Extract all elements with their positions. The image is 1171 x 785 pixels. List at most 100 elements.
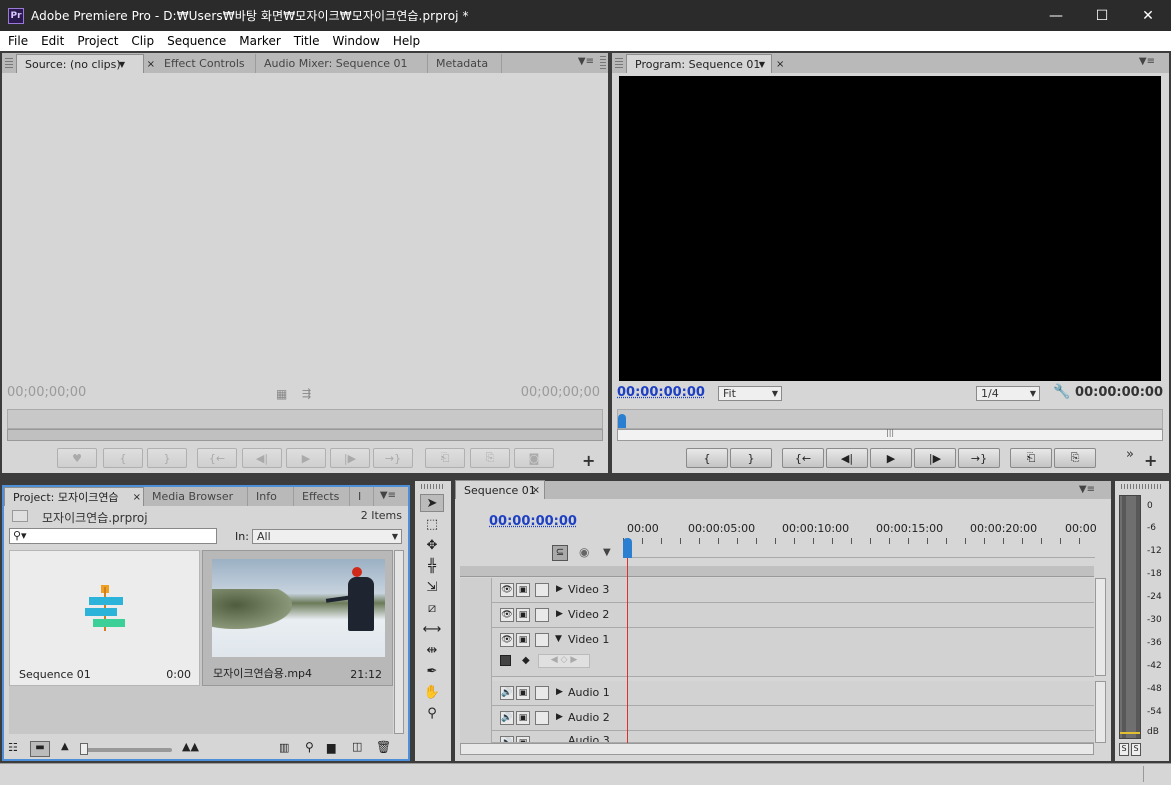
resize-grip-icon[interactable] [1143, 766, 1151, 782]
track-audio-3[interactable]: 🔊 ▣ Audio 3 [460, 731, 1094, 743]
slider-handle[interactable] [80, 743, 88, 755]
lock-toggle-icon[interactable] [535, 711, 549, 725]
selection-tool-icon[interactable]: ➤ [420, 494, 444, 512]
eye-icon[interactable]: 👁 [500, 608, 514, 622]
step-forward-button[interactable]: |▶ [330, 448, 370, 468]
panel-grip[interactable] [421, 484, 445, 489]
add-marker-button[interactable]: ♥ [57, 448, 97, 468]
close-tab-icon[interactable]: × [776, 59, 784, 70]
play-button[interactable]: ▶ [286, 448, 326, 468]
lock-toggle-icon[interactable] [535, 633, 549, 647]
new-item-icon[interactable]: ◫ [352, 740, 362, 753]
audio-tracks-scrollbar[interactable] [1095, 681, 1106, 743]
track-video-3[interactable]: 👁 ▣ ▶ Video 3 [460, 578, 1094, 603]
slip-tool-icon[interactable]: ⟷ [420, 620, 444, 638]
lift-button[interactable]: ⎗ [1010, 448, 1052, 468]
menu-title[interactable]: Title [289, 34, 325, 48]
film-icon[interactable]: ▦ [276, 387, 287, 401]
eye-icon[interactable]: 👁 [500, 583, 514, 597]
tab-metadata[interactable]: Metadata [428, 54, 502, 73]
speaker-icon[interactable]: 🔊 [500, 686, 514, 700]
new-bin-icon[interactable]: ▆ [327, 741, 335, 754]
tab-project[interactable]: Project: 모자이크연습 × [4, 487, 144, 506]
lock-toggle-icon[interactable] [535, 608, 549, 622]
more-buttons-icon[interactable]: » [1126, 447, 1134, 462]
project-item-clip[interactable]: 모자이크연습용.mp4 21:12 [202, 550, 393, 686]
hand-tool-icon[interactable]: ✋ [420, 683, 444, 701]
menu-edit[interactable]: Edit [36, 34, 69, 48]
program-monitor-viewer[interactable] [619, 76, 1161, 381]
track-select-tool-icon[interactable]: ⬚ [420, 515, 444, 533]
sync-lock-toggle-icon[interactable]: ▣ [516, 608, 530, 622]
sync-lock-toggle-icon[interactable]: ▣ [516, 686, 530, 700]
go-to-in-button[interactable]: {← [197, 448, 237, 468]
mark-in-button[interactable]: { [103, 448, 143, 468]
snap-icon[interactable]: ⊆ [552, 545, 568, 561]
source-timecode-in[interactable]: 00;00;00;00 [7, 385, 86, 400]
panel-grip[interactable] [600, 56, 606, 70]
go-to-out-button[interactable]: →} [373, 448, 413, 468]
dropdown-arrow-icon[interactable]: ▼ [759, 60, 765, 69]
menu-clip[interactable]: Clip [126, 34, 159, 48]
mark-out-button[interactable]: } [730, 448, 772, 468]
maximize-button[interactable]: ☐ [1079, 0, 1125, 31]
expand-arrow-icon[interactable]: ▶ [556, 609, 563, 619]
tab-program[interactable]: Program: Sequence 01 ▼ [626, 54, 772, 73]
play-button[interactable]: ▶ [870, 448, 912, 468]
panel-menu-icon[interactable]: ▼≡ [1139, 56, 1155, 67]
extract-button[interactable]: ⎘ [1054, 448, 1096, 468]
keyframe-icon[interactable]: ◆ [522, 655, 530, 666]
menu-marker[interactable]: Marker [234, 34, 285, 48]
zoom-in-icon[interactable]: ▲▲ [182, 740, 199, 753]
playhead-icon[interactable] [618, 414, 626, 428]
panel-menu-icon[interactable]: ▼≡ [578, 56, 594, 67]
pen-tool-icon[interactable]: ✒ [420, 662, 444, 680]
timeline-timecode[interactable]: 00:00:00:00 [489, 514, 577, 529]
go-to-in-button[interactable]: {← [782, 448, 824, 468]
close-tab-icon[interactable]: × [147, 59, 155, 70]
rate-stretch-tool-icon[interactable]: ⇲ [420, 578, 444, 596]
source-zoom-scrollbar[interactable] [7, 429, 603, 441]
solo-left-button[interactable]: S [1119, 743, 1129, 756]
ripple-edit-tool-icon[interactable]: ✥ [420, 536, 444, 554]
track-video-2[interactable]: 👁 ▣ ▶ Video 2 [460, 603, 1094, 628]
solo-right-button[interactable]: S [1131, 743, 1141, 756]
resolution-select[interactable]: 1/4 ▼ [976, 386, 1040, 401]
export-frame-button[interactable]: ◙ [514, 448, 554, 468]
menu-help[interactable]: Help [388, 34, 425, 48]
lock-toggle-icon[interactable] [535, 583, 549, 597]
search-input[interactable]: ⚲▾ [9, 528, 217, 544]
tab-effects[interactable]: Effects [294, 487, 350, 506]
list-view-icon[interactable]: ☷ [8, 741, 18, 754]
tab-overflow[interactable]: I [350, 487, 374, 506]
tab-effect-controls[interactable]: Effect Controls [156, 54, 256, 73]
speaker-icon[interactable]: 🔊 [500, 736, 514, 742]
close-window-button[interactable]: ✕ [1125, 0, 1171, 31]
in-filter-select[interactable]: All ▼ [252, 529, 402, 544]
collapse-arrow-icon[interactable]: ▼ [555, 634, 562, 644]
track-audio-1[interactable]: 🔊 ▣ ▶ Audio 1 [460, 681, 1094, 706]
trash-icon[interactable]: 🗑 [376, 740, 391, 754]
menu-sequence[interactable]: Sequence [162, 34, 231, 48]
lock-toggle-icon[interactable] [535, 686, 549, 700]
step-back-button[interactable]: ◀| [826, 448, 868, 468]
panel-grip[interactable] [615, 58, 623, 70]
panel-grip[interactable] [1121, 484, 1161, 489]
mark-out-button[interactable]: } [147, 448, 187, 468]
mark-in-button[interactable]: { [686, 448, 728, 468]
sync-lock-icon[interactable]: ◉ [579, 545, 589, 559]
eye-icon[interactable]: 👁 [500, 633, 514, 647]
zoom-tool-icon[interactable]: ⚲ [420, 704, 444, 722]
menu-project[interactable]: Project [72, 34, 123, 48]
tab-audio-mixer[interactable]: Audio Mixer: Sequence 01 [256, 54, 428, 73]
sync-lock-toggle-icon[interactable]: ▣ [516, 711, 530, 725]
expand-arrow-icon[interactable]: ▶ [556, 712, 563, 722]
tab-sequence[interactable]: Sequence 01 × [455, 480, 545, 499]
add-button-icon[interactable]: + [1144, 451, 1157, 470]
menu-file[interactable]: File [3, 34, 33, 48]
minimize-button[interactable]: — [1033, 0, 1079, 31]
add-marker-icon[interactable]: ▼ [603, 547, 611, 558]
razor-tool-icon[interactable]: ⧄ [420, 599, 444, 617]
icon-view-icon[interactable]: ▬ [30, 741, 50, 757]
expand-arrow-icon[interactable]: ▶ [556, 687, 563, 697]
